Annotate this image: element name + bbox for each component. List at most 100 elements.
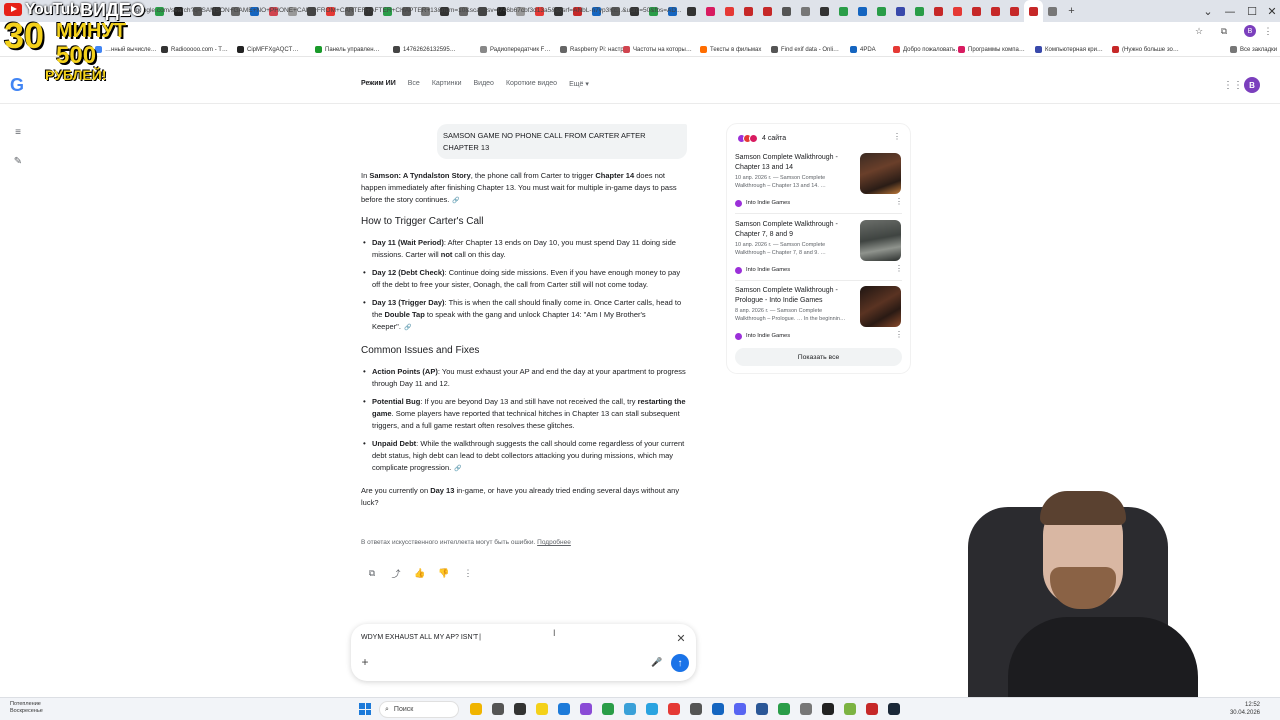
sources-menu-icon[interactable]: ⋮ xyxy=(893,132,901,141)
bookmark-item[interactable]: 14762626132595… xyxy=(393,43,456,56)
bookmark-item[interactable]: Панель управлен… xyxy=(315,43,380,56)
thumbs-down-icon[interactable]: 👎 xyxy=(438,566,450,580)
app-icon[interactable] xyxy=(822,703,834,715)
bookmark-label: Радиопередатчик F… xyxy=(490,46,551,53)
bookmark-item[interactable]: CipMFFXgAQCT… xyxy=(237,43,298,56)
copy-icon[interactable]: ⧉ xyxy=(366,566,378,580)
vscode-icon[interactable] xyxy=(558,703,570,715)
close-window-icon[interactable]: ✕ xyxy=(1260,0,1280,22)
thumbs-up-icon[interactable]: 👍 xyxy=(414,566,426,580)
bookmark-item[interactable]: Программы компа… xyxy=(958,43,1025,56)
windows-start-icon[interactable] xyxy=(359,703,371,715)
bookmark-item[interactable]: Find exif data - Onli… xyxy=(771,43,839,56)
bookmark-item[interactable]: Частоты на которы… xyxy=(623,43,692,56)
sources-count: 4 сайта xyxy=(762,134,787,142)
bookmark-item[interactable]: Добро пожаловать… xyxy=(893,43,961,56)
app-icon[interactable] xyxy=(624,703,636,715)
system-clock[interactable]: 12:52 30.04.2026 xyxy=(1228,701,1260,717)
bookmark-item[interactable]: 4PDA xyxy=(850,43,876,56)
terminal-icon[interactable] xyxy=(514,703,526,715)
follow-up-input[interactable]: WDYM EXHAUST ALL MY AP? ISN'T xyxy=(361,634,481,641)
url-field[interactable]: www.google.com/search?q=SAMSON+GAME+NO+P… xyxy=(120,3,1188,18)
bookmark-item[interactable]: (Нужно больше зо… xyxy=(1112,43,1179,56)
source-card[interactable]: Samson Complete Walkthrough - Prologue -… xyxy=(735,286,903,341)
bookmark-item[interactable]: Тексты в фильмах xyxy=(700,43,761,56)
steam-icon[interactable] xyxy=(888,703,900,715)
new-chat-icon[interactable]: ✎ xyxy=(12,155,24,167)
app-icon[interactable] xyxy=(844,703,856,715)
learn-more-link[interactable]: Подробнее xyxy=(537,539,571,546)
app-icon[interactable] xyxy=(756,703,768,715)
bookmark-favicon-icon xyxy=(393,46,400,53)
source-title[interactable]: Samson Complete Walkthrough - Prologue -… xyxy=(735,286,850,306)
tab-short-videos[interactable]: Короткие видео xyxy=(506,80,557,92)
source-link-icon[interactable]: 🔗 xyxy=(404,325,411,331)
source-card[interactable]: Samson Complete Walkthrough - Chapter 13… xyxy=(735,153,903,208)
bookmark-item[interactable]: Raspberry Pi: настр… xyxy=(560,43,630,56)
app-icon[interactable] xyxy=(800,703,812,715)
follow-up-composer: WDYM EXHAUST ALL MY AP? ISN'T ✕ + 🎤 ↑ xyxy=(351,624,696,681)
source-title[interactable]: Samson Complete Walkthrough - Chapter 13… xyxy=(735,153,850,173)
tab-ai-mode[interactable]: Режим ИИ xyxy=(361,80,396,92)
source-link-icon[interactable]: 🔗 xyxy=(452,198,459,204)
browser-menu-icon[interactable]: ⋮ xyxy=(1262,25,1274,37)
clock-date: 30.04.2026 xyxy=(1229,710,1260,716)
bookmark-favicon-icon xyxy=(700,46,707,53)
profile-avatar[interactable]: B xyxy=(1244,25,1256,37)
bookmark-label: (Нужно больше зо… xyxy=(1122,46,1179,53)
item-text: . Some players have reported that techni… xyxy=(372,409,680,430)
more-options-icon[interactable]: ⋮ xyxy=(462,566,474,580)
item-title: Day 13 (Trigger Day) xyxy=(372,298,445,307)
google-logo-icon[interactable]: G xyxy=(10,76,28,94)
text-cursor-icon: I xyxy=(553,628,556,638)
file-explorer-icon[interactable] xyxy=(470,703,482,715)
intro-text: , the phone call from Carter to trigger xyxy=(470,171,596,180)
bookmark-item[interactable]: Все закладки xyxy=(1230,43,1277,56)
app-icon[interactable] xyxy=(712,703,724,715)
bookmark-item[interactable]: Радиопередатчик F… xyxy=(480,43,550,56)
source-card[interactable]: Samson Complete Walkthrough - Chapter 7,… xyxy=(735,220,903,275)
source-menu-icon[interactable]: ⋮ xyxy=(895,197,903,206)
chrome-icon[interactable] xyxy=(668,703,680,715)
bookmark-star-icon[interactable]: ☆ xyxy=(1193,25,1205,37)
source-menu-icon[interactable]: ⋮ xyxy=(895,330,903,339)
apps-grid-icon[interactable]: ⋮⋮ xyxy=(1223,80,1243,92)
telegram-icon[interactable] xyxy=(646,703,658,715)
source-title[interactable]: Samson Complete Walkthrough - Chapter 7,… xyxy=(735,220,850,240)
share-icon[interactable]: ⤴ xyxy=(390,566,402,580)
source-menu-icon[interactable]: ⋮ xyxy=(895,264,903,273)
notes-icon[interactable] xyxy=(492,703,504,715)
tab-search-icon[interactable]: ⌄ xyxy=(1196,0,1220,22)
show-all-button[interactable]: Показать все xyxy=(735,348,902,366)
source-thumbnail[interactable] xyxy=(860,286,901,327)
app-icon[interactable] xyxy=(580,703,592,715)
account-avatar[interactable]: B xyxy=(1244,77,1260,93)
send-button[interactable]: ↑ xyxy=(671,654,689,672)
source-site-name: Into Indie Games xyxy=(746,200,791,206)
minimize-icon[interactable]: — xyxy=(1218,0,1242,22)
source-thumbnail[interactable] xyxy=(860,220,901,261)
tab-images[interactable]: Картинки xyxy=(432,80,462,92)
app-icon[interactable] xyxy=(778,703,790,715)
weather-widget[interactable]: Потепление Воскресенье xyxy=(10,701,43,715)
tab-more[interactable]: Ещё ▾ xyxy=(569,80,589,92)
source-link-icon[interactable]: 🔗 xyxy=(454,466,461,472)
source-thumbnail[interactable] xyxy=(860,153,901,194)
discord-icon[interactable] xyxy=(734,703,746,715)
add-attachment-icon[interactable]: + xyxy=(360,655,370,669)
bookmark-item[interactable]: Radiooooo.com - T… xyxy=(161,43,228,56)
tab-videos[interactable]: Видео xyxy=(473,80,493,92)
microphone-icon[interactable]: 🎤 xyxy=(651,656,662,668)
taskbar-search[interactable]: ⌕ Поиск xyxy=(379,701,459,718)
bookmark-item[interactable]: Компьютерная кри… xyxy=(1035,43,1103,56)
close-icon[interactable]: ✕ xyxy=(676,633,686,645)
tab-all[interactable]: Все xyxy=(408,80,420,92)
app-icon[interactable] xyxy=(866,703,878,715)
calculator-icon[interactable] xyxy=(690,703,702,715)
app-icon[interactable] xyxy=(602,703,614,715)
sticky-icon[interactable] xyxy=(536,703,548,715)
answer-list-item: Day 13 (Trigger Day): This is when the c… xyxy=(361,297,687,334)
extensions-icon[interactable]: ⧉ xyxy=(1218,25,1230,37)
history-menu-icon[interactable]: ≡ xyxy=(12,126,24,138)
source-site: Into Indie Games xyxy=(735,266,790,274)
